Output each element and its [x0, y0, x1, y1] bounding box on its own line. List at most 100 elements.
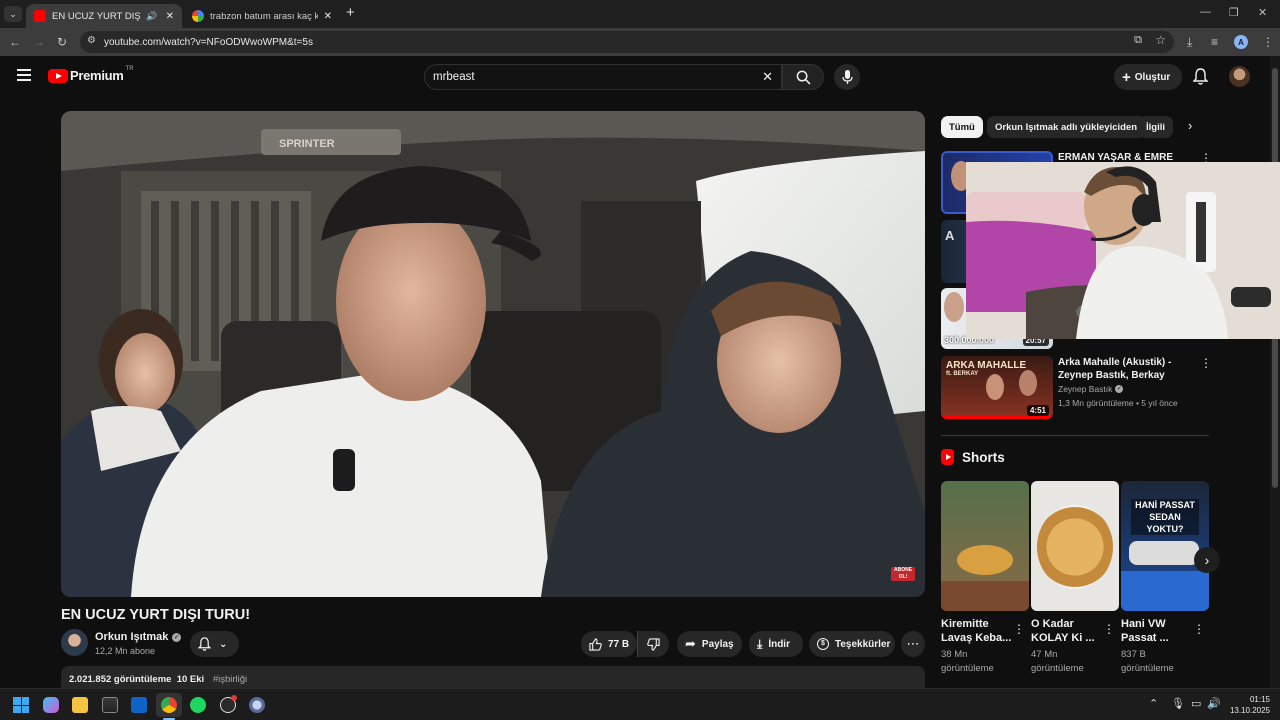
clock[interactable]: 01:15 13.10.2025 — [1224, 694, 1270, 716]
outlook-icon[interactable] — [131, 697, 147, 713]
more-options-icon[interactable]: ⋮ — [1200, 356, 1212, 370]
close-tab-icon[interactable]: ✕ — [166, 11, 174, 22]
thanks-button[interactable]: $ Teşekkürler — [809, 631, 895, 657]
share-button[interactable]: ➦ Paylaş — [677, 631, 742, 657]
short-title[interactable]: Kiremitte Lavaş Keba... — [941, 617, 1013, 645]
minimize-icon[interactable]: — — [1200, 6, 1211, 18]
restore-icon[interactable]: ❐ — [1229, 6, 1239, 19]
microphone-tray-icon[interactable]: 🎙 — [1171, 697, 1185, 710]
install-app-icon[interactable]: ⧉ — [1134, 34, 1142, 47]
chip-from-uploader[interactable]: Orkun Işıtmak adlı yükleyiciden — [987, 116, 1146, 138]
dislike-button[interactable] — [637, 631, 669, 657]
voice-search-button[interactable] — [834, 64, 860, 90]
chips-next-icon[interactable]: › — [1188, 118, 1192, 133]
more-options-icon[interactable]: ⋮ — [1193, 622, 1205, 636]
recommendation-meta: 1,3 Mn görüntüleme • 5 yıl önce — [1058, 398, 1178, 408]
search-input[interactable]: mrbeast ✕ — [424, 64, 782, 90]
short-thumbnail[interactable] — [941, 481, 1029, 611]
shorts-next-button[interactable]: › — [1194, 547, 1220, 573]
browser-menu-icon[interactable]: ⋮ — [1262, 34, 1274, 50]
search-button[interactable] — [782, 64, 824, 90]
browser-tab-active[interactable]: EN UCUZ YURT DIŞI TURU! 🔊 ✕ — [26, 4, 182, 28]
app-icon[interactable] — [249, 697, 265, 713]
hashtag-link[interactable]: #işbirliği — [213, 674, 247, 685]
network-icon[interactable]: ▭ — [1191, 697, 1201, 710]
windows-taskbar: ⌃ 🎙 ▭ 🔊 01:15 13.10.2025 — [0, 688, 1280, 720]
bell-icon — [198, 637, 211, 651]
chip-related[interactable]: İlgili — [1138, 116, 1173, 138]
download-icon[interactable]: ⤓ — [1187, 34, 1192, 50]
verified-check-icon: ✓ — [1115, 385, 1124, 393]
channel-name[interactable]: Orkun Işıtmak ✓ — [95, 631, 182, 643]
address-bar[interactable]: ⚙ youtube.com/watch?v=NFoODWwoWPM&t=5s ⧉… — [80, 31, 1174, 53]
profile-avatar[interactable]: A — [1234, 35, 1248, 49]
volume-icon[interactable]: 🔊 — [1207, 697, 1221, 710]
video-frame-image: SPRINTER — [61, 111, 925, 597]
section-divider — [941, 435, 1209, 436]
watch-progress-bar — [941, 416, 1053, 419]
back-icon[interactable]: ← — [9, 34, 21, 50]
bookmark-star-icon[interactable]: ☆ — [1155, 33, 1166, 47]
microphone-icon — [841, 70, 853, 84]
close-window-icon[interactable]: ✕ — [1258, 6, 1267, 19]
more-options-icon[interactable]: ⋮ — [1013, 622, 1025, 636]
media-control-icon[interactable]: ≡ — [1211, 34, 1218, 50]
plus-icon: + — [1122, 68, 1131, 86]
file-explorer-icon[interactable] — [72, 697, 88, 713]
short-views: 837 B görüntüleme — [1121, 649, 1174, 674]
video-player[interactable]: SPRINTER ABONE OL! — [61, 111, 925, 597]
channel-avatar[interactable] — [61, 629, 88, 656]
download-button[interactable]: ⤓ İndir — [749, 631, 803, 657]
tab-search-button[interactable]: ⌄ — [4, 6, 22, 22]
clock-time: 01:15 — [1249, 695, 1270, 704]
thumbs-up-icon — [589, 637, 602, 651]
more-actions-button[interactable]: ⋯ — [901, 631, 925, 657]
close-tab-icon[interactable]: ✕ — [324, 11, 332, 22]
recommendation-thumbnail[interactable]: ARKA MAHALLE ft. BERKAY 4:51 — [941, 356, 1053, 419]
url-text: youtube.com/watch?v=NFoODWwoWPM&t=5s — [104, 36, 313, 48]
user-avatar[interactable] — [1229, 66, 1250, 87]
logo-text: Premium — [70, 68, 124, 83]
download-arrow-icon: ⤓ — [757, 636, 763, 651]
site-info-icon[interactable]: ⚙ — [87, 35, 96, 46]
subscribe-watermark[interactable]: ABONE OL! — [891, 567, 915, 581]
short-thumbnail[interactable]: HANİ PASSAT SEDAN YOKTU? — [1121, 481, 1209, 611]
browser-tab[interactable]: trabzon batum arası kaç km - G ✕ — [184, 4, 340, 28]
clear-search-icon[interactable]: ✕ — [762, 69, 773, 85]
forward-icon[interactable]: → — [33, 34, 45, 50]
region-code: TR — [125, 65, 134, 72]
spotify-icon[interactable] — [190, 697, 206, 713]
store-icon[interactable] — [102, 697, 118, 713]
recommendation-title[interactable]: Arka Mahalle (Akustik) - Zeynep Bastık, … — [1058, 356, 1198, 382]
like-count: 77 B — [608, 638, 630, 650]
youtube-logo[interactable]: Premium TR — [48, 65, 134, 83]
short-title[interactable]: Hani VW Passat ... — [1121, 617, 1193, 645]
recommendation-channel[interactable]: Zeynep Bastık ✓ — [1058, 384, 1124, 394]
chrome-icon[interactable] — [161, 697, 177, 713]
copilot-icon[interactable] — [43, 697, 59, 713]
short-title[interactable]: O Kadar KOLAY Ki ... — [1031, 617, 1103, 645]
watermark-text: ABONE OL! — [893, 567, 913, 580]
page-scrollbar[interactable] — [1270, 56, 1280, 688]
new-tab-button[interactable]: + — [346, 4, 355, 21]
thumbnail-subtext: ft. BERKAY — [946, 371, 979, 377]
notification-dot — [231, 695, 237, 701]
speaker-icon: 🔊 — [146, 10, 158, 21]
super-thanks-icon: $ — [817, 638, 829, 650]
youtube-play-icon — [48, 68, 68, 83]
like-button[interactable]: 77 B — [581, 631, 637, 657]
more-options-icon[interactable]: ⋮ — [1103, 622, 1115, 636]
notification-bell-button[interactable]: ⌄ — [190, 631, 239, 657]
thumbnail-text: ARKA MAHALLE — [946, 360, 1027, 371]
chip-all[interactable]: Tümü — [941, 116, 983, 138]
thumbs-down-icon — [647, 637, 660, 651]
show-hidden-icons[interactable]: ⌃ — [1149, 697, 1158, 710]
picture-in-picture-player[interactable] — [966, 162, 1280, 339]
notifications-bell-icon[interactable] — [1192, 68, 1209, 90]
reload-icon[interactable]: ↻ — [57, 34, 67, 50]
short-thumbnail[interactable] — [1031, 481, 1119, 611]
create-button[interactable]: + Oluştur — [1114, 64, 1182, 90]
hamburger-menu-icon[interactable] — [17, 69, 31, 81]
start-menu-icon[interactable] — [13, 697, 29, 713]
browser-toolbar: ← → ↻ ⚙ youtube.com/watch?v=NFoODWwoWPM&… — [0, 28, 1280, 56]
